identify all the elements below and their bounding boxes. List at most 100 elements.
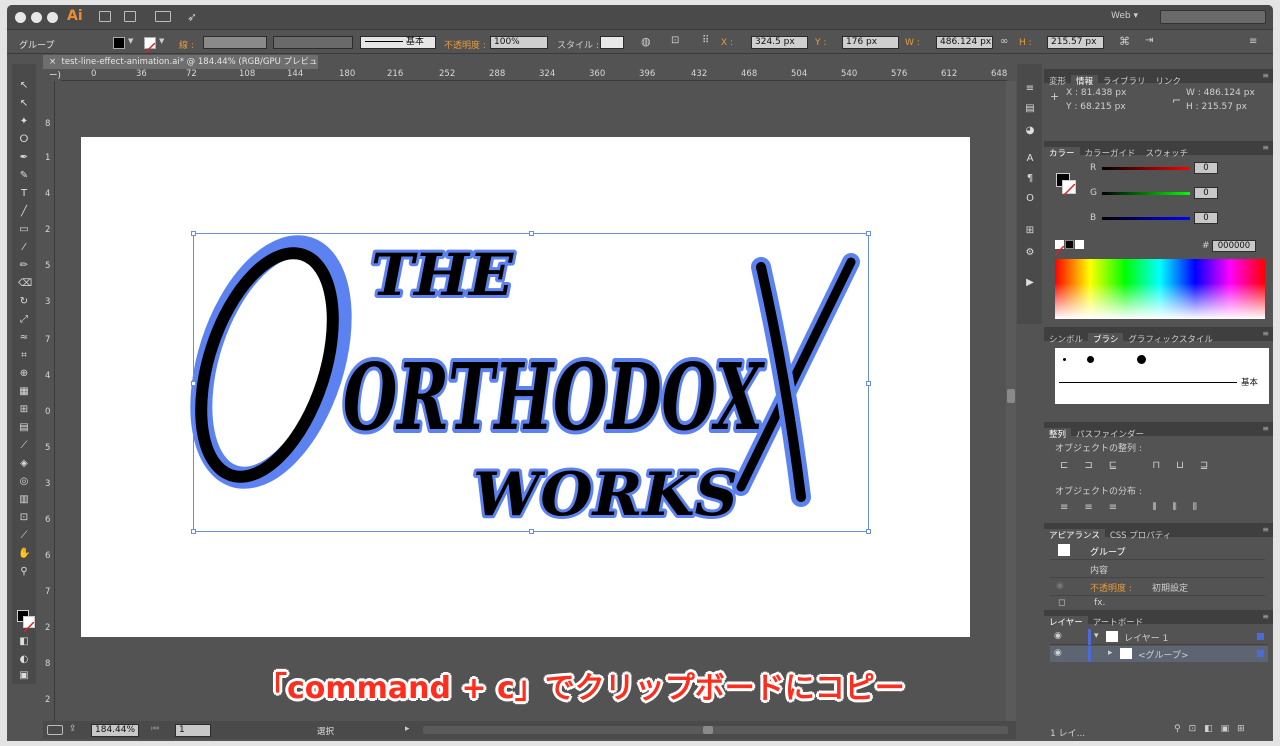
stock-icon[interactable] — [124, 11, 136, 22]
artboard-tool-icon[interactable]: ⊡ — [18, 512, 30, 524]
visibility-eye-icon[interactable]: ◉ — [1054, 631, 1062, 641]
rectangle-tool-icon[interactable]: ▭ — [18, 224, 30, 236]
bridge-icon[interactable] — [99, 11, 111, 22]
symbol-sprayer-tool-icon[interactable]: ◎ — [18, 476, 30, 488]
brush-list[interactable]: 基本 — [1055, 348, 1269, 404]
screen-mode-icon[interactable]: ▣ — [18, 670, 30, 682]
eyedropper-tool-icon[interactable]: ⟋ — [18, 440, 30, 452]
selection-tool-icon[interactable]: ↖ — [18, 80, 30, 92]
character-icon[interactable]: A — [1024, 154, 1036, 164]
tab-symbols[interactable]: シンボル — [1044, 333, 1088, 347]
slice-tool-icon[interactable]: ⟋ — [18, 530, 30, 542]
properties-icon[interactable]: ⚙ — [1024, 248, 1036, 258]
fill-dropdown-icon[interactable]: ▼ — [128, 37, 133, 45]
vertical-ruler[interactable]: 8 1 4 2 5 3 7 4 0 5 3 6 6 7 2 8 2 — [43, 81, 55, 721]
lasso-tool-icon[interactable]: ⵔ — [18, 134, 30, 146]
warp-tool-icon[interactable]: ≈ — [18, 332, 30, 344]
gpu-preview-icon[interactable] — [47, 725, 63, 735]
rotate-tool-icon[interactable]: ↻ — [18, 296, 30, 308]
close-document-icon[interactable]: × — [49, 57, 56, 67]
graph-tool-icon[interactable]: ▥ — [18, 494, 30, 506]
stroke-weight-field[interactable] — [203, 36, 267, 49]
actions-icon[interactable]: ▶ — [1024, 278, 1036, 288]
panel-menu-icon[interactable]: ≡ — [1262, 71, 1269, 80]
appearance-opacity-row[interactable]: ◉ 不透明度 : 初期設定 — [1050, 578, 1265, 596]
group-name[interactable]: <グループ> — [1138, 648, 1189, 661]
reference-point-icon[interactable]: ⠿ — [702, 35, 709, 46]
panel-menu-icon[interactable]: ≡ — [1262, 143, 1269, 152]
resize-handle[interactable] — [191, 231, 196, 236]
selection-indicator[interactable] — [1257, 650, 1264, 657]
appearance-opacity-label[interactable]: 不透明度 : — [1090, 581, 1132, 594]
paragraph-icon[interactable]: ¶ — [1024, 174, 1036, 184]
magic-wand-tool-icon[interactable]: ✦ — [18, 116, 30, 128]
stroke-swatch[interactable] — [1062, 180, 1076, 197]
panel-menu-icon[interactable]: ≡ — [1262, 424, 1269, 433]
tab-color-guide[interactable]: カラーガイド — [1080, 147, 1141, 161]
black-swatch[interactable] — [1065, 240, 1074, 249]
h-field[interactable]: 215.57 px — [1047, 36, 1104, 49]
constrain-proportions-icon[interactable]: ∞ — [1000, 36, 1008, 47]
close-window-button[interactable] — [15, 12, 26, 23]
vertical-scrollbar[interactable] — [1006, 81, 1016, 721]
scale-tool-icon[interactable]: ⤢ — [18, 314, 30, 326]
none-swatch[interactable] — [1054, 240, 1065, 256]
tab-links[interactable]: リンク — [1151, 75, 1187, 89]
opacity-field[interactable]: 100% — [490, 36, 548, 49]
brush-definition[interactable]: 基本 — [360, 36, 436, 49]
variable-width-profile[interactable] — [273, 36, 353, 49]
zoom-level-field[interactable]: 184.44% — [91, 724, 139, 737]
hex-field[interactable]: 000000 — [1212, 240, 1256, 252]
red-slider[interactable] — [1102, 167, 1190, 170]
panel-menu-icon[interactable]: ≡ — [1262, 612, 1269, 621]
direct-selection-tool-icon[interactable]: ↖ — [18, 98, 30, 110]
visibility-eye-icon[interactable]: ◉ — [1056, 581, 1064, 591]
paintbrush-tool-icon[interactable]: ⁄ — [18, 242, 30, 254]
brush-dot-large[interactable] — [1137, 355, 1146, 364]
help-search-input[interactable] — [1160, 10, 1266, 24]
curvature-tool-icon[interactable]: ✎ — [18, 170, 30, 182]
scrollbar-thumb[interactable] — [1007, 389, 1015, 403]
y-field[interactable]: 176 px — [842, 36, 899, 49]
red-value[interactable]: 0 — [1194, 162, 1218, 174]
basic-brush-stroke[interactable] — [1059, 382, 1237, 383]
hand-tool-icon[interactable]: ✋ — [18, 548, 30, 560]
horizontal-scrollbar[interactable] — [423, 726, 1008, 734]
tab-artboards[interactable]: アートボード — [1088, 616, 1149, 630]
distribute-buttons[interactable]: ≡≡≡ ⫴⫴⫴ — [1060, 502, 1213, 513]
blend-tool-icon[interactable]: ◈ — [18, 458, 30, 470]
first-artboard-icon[interactable]: ⏮ — [151, 724, 159, 734]
resize-handle[interactable] — [191, 529, 196, 534]
minimize-window-button[interactable] — [31, 12, 42, 23]
tab-pathfinder[interactable]: パスファインダー — [1071, 428, 1149, 442]
disclosure-triangle-icon[interactable]: ▾ — [1094, 631, 1099, 641]
artboard[interactable]: THE ORTHODOX WORKS — [81, 137, 970, 637]
appearance-contents-row[interactable]: 内容 — [1050, 560, 1265, 578]
mesh-tool-icon[interactable]: ⊞ — [18, 404, 30, 416]
brush-dot-medium[interactable] — [1087, 356, 1094, 363]
transparency-icon[interactable]: ◕ — [1024, 126, 1036, 136]
stroke-dropdown-icon[interactable]: ▼ — [159, 37, 164, 45]
green-value[interactable]: 0 — [1194, 187, 1218, 199]
panel-menu-icon[interactable]: ≡ — [1262, 525, 1269, 534]
align-to-icon[interactable]: ⊡ — [671, 35, 679, 46]
layer-name[interactable]: レイヤー 1 — [1124, 631, 1168, 644]
scrollbar-thumb[interactable] — [703, 726, 713, 734]
x-field[interactable]: 324.5 px — [751, 36, 808, 49]
new-fill-icon[interactable]: ◻ — [1058, 598, 1065, 608]
shape-builder-tool-icon[interactable]: ⊕ — [18, 368, 30, 380]
selection-indicator[interactable] — [1257, 633, 1264, 640]
workspace-switcher[interactable]: Web ▾ — [1111, 11, 1138, 21]
control-bar-menu-icon[interactable]: ≡ — [1249, 36, 1257, 47]
tab-graphic-styles[interactable]: グラフィックスタイル — [1123, 333, 1218, 347]
opentype-icon[interactable]: O — [1024, 194, 1036, 204]
layer-row[interactable]: ◉ ▾ レイヤー 1 — [1050, 629, 1268, 645]
export-icon[interactable]: ⇪ — [69, 724, 77, 734]
resize-handle[interactable] — [529, 529, 534, 534]
stroke-swatch[interactable] — [144, 37, 156, 54]
zoom-window-button[interactable] — [47, 12, 58, 23]
blue-slider[interactable] — [1102, 217, 1190, 220]
menu-icon[interactable]: ≡ — [1024, 84, 1036, 94]
line-tool-icon[interactable]: ╱ — [18, 206, 30, 218]
panel-menu-icon[interactable]: ≡ — [1262, 329, 1269, 338]
